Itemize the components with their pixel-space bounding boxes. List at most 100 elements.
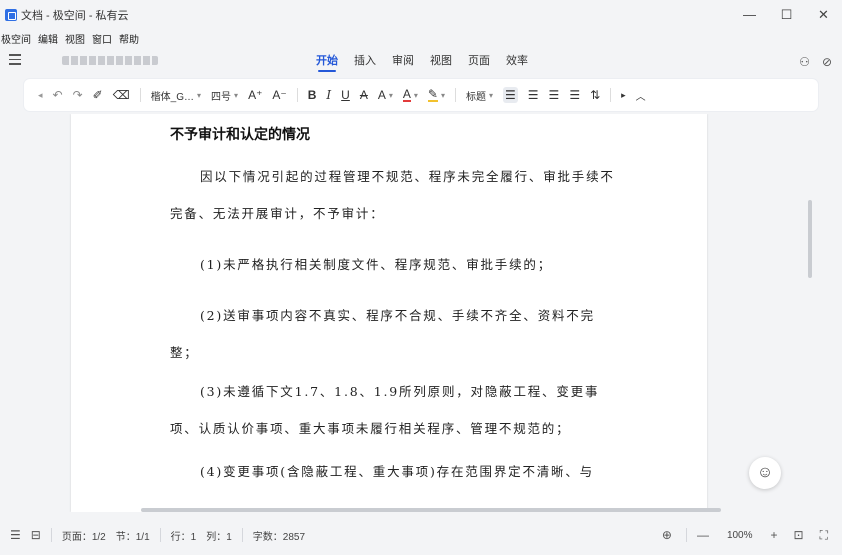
strikethrough-button[interactable]: A [360,88,368,102]
font-size-value: 四号 [211,91,232,103]
menu-item-window[interactable]: 窗口 [92,31,112,46]
menu-item-help[interactable]: 帮助 [119,31,139,46]
highlight-icon: ✎ [427,87,438,102]
underline-button[interactable]: U [341,88,350,102]
highlight-button[interactable]: ✎ ▾ [427,87,445,102]
paragraph-text: (3)未遵循下文1.7、1.8、1.9所列原则，对隐蔽工程、变更事项、认质认价事… [170,384,600,436]
status-divider [241,528,243,542]
paragraph-text: (4)变更事项(含隐蔽工程、重大事项)存在范围界定不清晰、与 [200,464,594,479]
bold-button[interactable]: B [308,88,317,102]
tab-view[interactable]: 视图 [430,52,452,72]
menu-item-view[interactable]: 视图 [65,31,85,46]
font-name-value: 楷体_G… [150,91,195,103]
zoom-out-icon[interactable]: — [697,528,709,542]
align-right-icon[interactable]: ☰ [549,88,560,102]
toolbar-divider [296,88,298,102]
tab-efficiency[interactable]: 效率 [506,52,528,72]
font-color-label: A [402,87,411,102]
font-size-select[interactable]: 四号 ▾ [211,88,238,103]
tab-row-right-icons: ⚇ ⊘ [799,55,832,69]
column-indicator: 列：1 [206,531,232,543]
tab-page[interactable]: 页面 [468,52,490,72]
zoom-level[interactable]: 100% [727,530,753,541]
outline-icon[interactable]: ☰ [10,528,21,542]
main-menu-icon[interactable] [9,54,21,66]
fit-page-icon[interactable]: ⊡ [794,528,804,542]
line-spacing-icon[interactable]: ⇅ [590,88,600,102]
menu-item-app[interactable]: 极空间 [1,31,31,46]
paragraph-text: (1)未严格执行相关制度文件、程序规范、审批手续的； [200,257,553,272]
menu-item-edit[interactable]: 编辑 [38,31,58,46]
align-center-icon[interactable]: ☰ [528,88,539,102]
word-count: 字数：2857 [252,531,306,543]
clear-format-icon[interactable]: ⌫ [113,88,130,102]
share-icon[interactable]: ⚇ [799,55,810,69]
document-canvas: 不予审计和认定的情况 因以下情况引起的过程管理不规范、程序未完全履行、审批手续不… [0,114,842,512]
ribbon-tabs: 开始 插入 审阅 视图 页面 效率 [316,52,544,72]
undo-icon[interactable]: ↶ [53,88,63,102]
tab-review[interactable]: 审阅 [392,52,414,72]
sync-status-icon[interactable]: ⊘ [822,55,832,69]
title-bar: 文档 - 极空间 - 私有云 — ☐ ✕ [0,0,842,29]
tab-home[interactable]: 开始 [316,52,338,72]
ai-assistant-icon[interactable]: ☺ [749,457,781,489]
window-controls: — ☐ ✕ [731,0,842,29]
status-divider [50,528,52,542]
scroll-left-icon[interactable]: ◂ [38,90,43,101]
toolbar-divider [455,88,456,102]
chevron-down-icon: ▾ [489,90,494,100]
app-window: 文档 - 极空间 - 私有云 — ☐ ✕ 极空间 编辑 视图 窗口 帮助 开始 … [0,0,842,555]
menu-bar: 极空间 编辑 视图 窗口 帮助 [0,29,146,47]
align-left-icon[interactable]: ☰ [503,87,518,103]
chevron-down-icon: ▾ [388,90,393,100]
align-justify-icon[interactable]: ☰ [569,88,580,102]
style-select[interactable]: 标题 ▾ [466,88,493,103]
format-painter-icon[interactable]: ✐ [93,88,103,102]
font-effect-label: A [377,88,386,102]
horizontal-scrollbar[interactable] [141,508,721,512]
paragraph-text: (2)送审事项内容不真实、程序不合规、手续不齐全、资料不完整； [170,308,595,360]
paragraph-1: 因以下情况引起的过程管理不规范、程序未完全履行、审批手续不完备、无法开展审计，不… [170,158,620,232]
web-view-icon[interactable]: ⊕ [662,528,672,542]
vertical-scrollbar[interactable] [808,200,812,278]
close-button[interactable]: ✕ [805,0,842,29]
paragraph-5: (4)变更事项(含隐蔽工程、重大事项)存在范围界定不清晰、与 [170,453,620,490]
grow-font-button[interactable]: A⁺ [248,88,262,102]
collapse-toolbar-icon[interactable]: ︿ [636,88,646,103]
chevron-down-icon: ▾ [440,90,445,100]
font-color-button[interactable]: A ▾ [402,87,418,102]
page-indicator: 页面：1/2 [61,531,106,543]
paragraph-2: (1)未严格执行相关制度文件、程序规范、审批手续的； [170,246,620,283]
window-title: 文档 - 极空间 - 私有云 [21,9,129,22]
tab-insert[interactable]: 插入 [354,52,376,72]
status-bar-right: ⊕ — 100% + ⊡ ⛶ [662,515,842,555]
maximize-button[interactable]: ☐ [768,0,805,29]
zoom-in-icon[interactable]: + [771,528,778,542]
paragraph-4: (3)未遵循下文1.7、1.8、1.9所列原则，对隐蔽工程、变更事项、认质认价事… [170,373,620,447]
chevron-down-icon: ▾ [413,90,418,100]
italic-button[interactable]: I [326,88,331,102]
formatting-toolbar: ◂ ↶ ↷ ✐ ⌫ 楷体_G… ▾ 四号 ▾ A⁺ A⁻ B I U A A ▾ A ▾… [24,79,818,111]
paragraph-text: 因以下情况引起的过程管理不规范、程序未完全履行、审批手续不完备、无法开展审计，不… [170,169,615,221]
shrink-font-button[interactable]: A⁻ [272,88,286,102]
app-logo-icon [5,8,17,21]
status-divider [685,528,687,542]
minimize-button[interactable]: — [731,0,768,29]
ribbon-tab-row: 开始 插入 审阅 视图 页面 效率 ⚇ ⊘ [0,47,842,75]
section-heading: 不予审计和认定的情况 [170,127,310,143]
status-divider [159,528,161,542]
fullscreen-icon[interactable]: ⛶ [820,528,828,543]
chevron-down-icon: ▾ [197,90,202,100]
chevron-down-icon: ▾ [234,90,239,100]
font-effect-button[interactable]: A ▾ [378,88,393,102]
font-name-select[interactable]: 楷体_G… ▾ [151,88,201,103]
paragraph-3: (2)送审事项内容不真实、程序不合规、手续不齐全、资料不完整； [170,297,620,371]
toolbar-divider [610,88,612,102]
status-bar: ☰ ⊟ 页面：1/2 节：1/1 行：1 列：1 字数：2857 ⊕ — 100… [0,515,842,555]
document-page[interactable]: 不予审计和认定的情况 因以下情况引起的过程管理不规范、程序未完全履行、审批手续不… [71,114,707,512]
navigation-pane-icon[interactable]: ⊟ [31,528,41,542]
more-tools-icon[interactable]: ▸ [621,90,626,101]
row-indicator: 行：1 [170,531,197,543]
redo-icon[interactable]: ↷ [73,88,83,102]
section-indicator: 节：1/1 [115,531,150,543]
